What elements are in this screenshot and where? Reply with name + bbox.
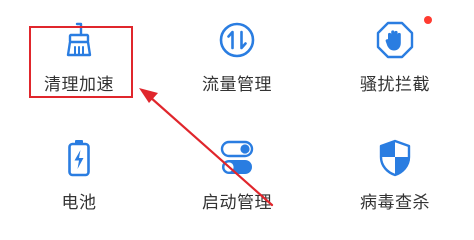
data-transfer-icon — [219, 22, 255, 58]
annotation-highlight-box — [29, 26, 133, 98]
tile-battery[interactable]: 电池 — [0, 118, 158, 228]
shield-icon — [379, 139, 411, 177]
tile-harassment-block[interactable]: 骚扰拦截 — [316, 0, 474, 110]
notification-dot — [424, 16, 432, 24]
tile-startup-management[interactable]: 启动管理 — [158, 118, 316, 228]
tile-label: 骚扰拦截 — [360, 75, 430, 95]
tile-label: 流量管理 — [202, 75, 272, 95]
tile-label: 启动管理 — [202, 193, 272, 213]
tile-label: 电池 — [61, 193, 97, 213]
battery-icon — [68, 140, 90, 177]
tile-virus-scan[interactable]: 病毒查杀 — [316, 118, 474, 228]
hand-stop-icon — [376, 21, 414, 59]
toggle-switches-icon — [220, 140, 254, 174]
tile-traffic-management[interactable]: 流量管理 — [158, 0, 316, 110]
tile-label: 病毒查杀 — [360, 193, 430, 213]
